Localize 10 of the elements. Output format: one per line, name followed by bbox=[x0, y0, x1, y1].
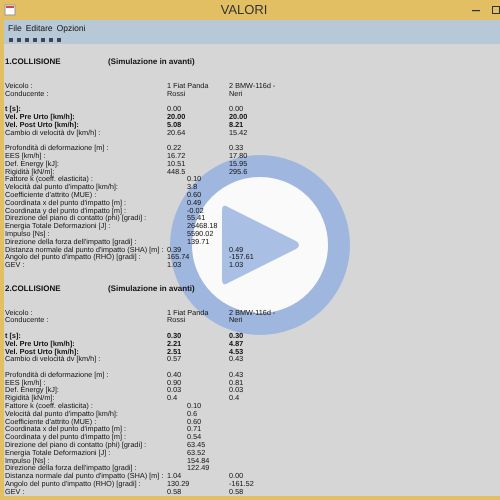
menu-item[interactable]: File bbox=[8, 22, 22, 35]
window-title: VALORI bbox=[220, 1, 268, 20]
menu-item[interactable]: Opzioni bbox=[56, 22, 86, 35]
section-title: 2.COLLISIONE bbox=[5, 284, 61, 293]
menu-item[interactable]: Editare bbox=[26, 22, 53, 35]
section-title: 1.COLLISIONE bbox=[5, 58, 61, 66]
section-subtitle: (Simulazione in avanti) bbox=[108, 58, 195, 66]
section-subtitle: (Simulazione in avanti) bbox=[108, 284, 195, 293]
app-icon bbox=[4, 4, 16, 16]
maximize-icon[interactable] bbox=[492, 6, 500, 14]
